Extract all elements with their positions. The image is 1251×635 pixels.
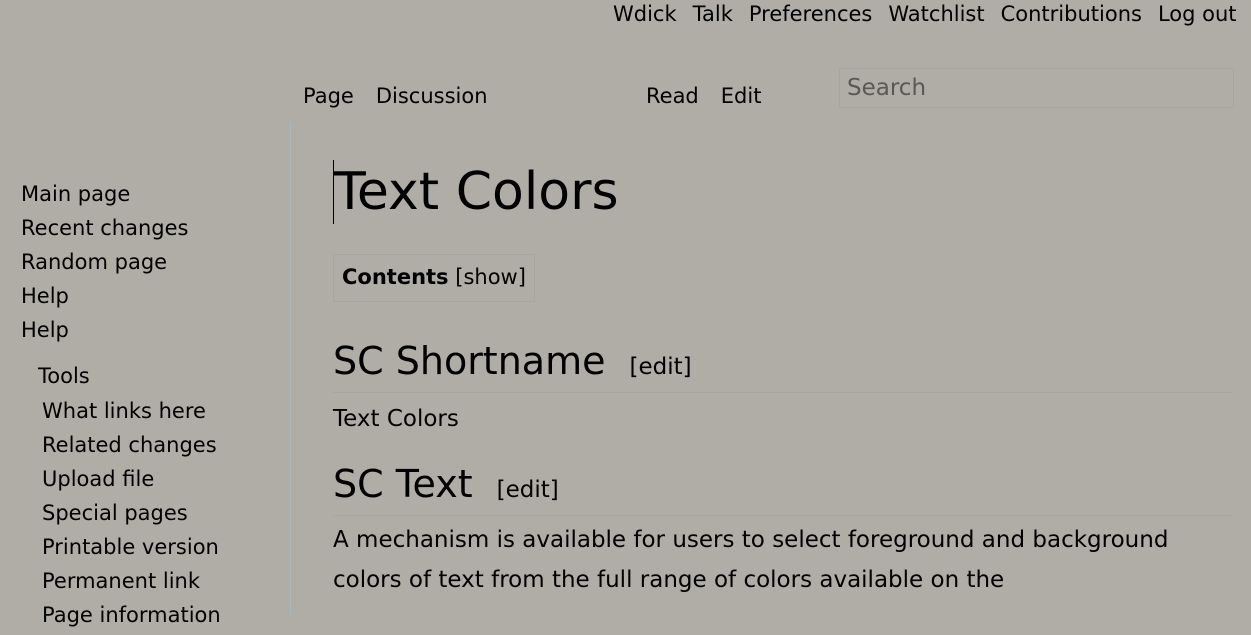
sidebar-item-help[interactable]: Help bbox=[21, 282, 188, 316]
tools-item-related-changes[interactable]: Related changes bbox=[42, 431, 221, 465]
section-text: A mechanism is available for users to se… bbox=[333, 527, 1169, 593]
section-text-block: SC Text [edit] A mechanism is available … bbox=[333, 461, 1233, 600]
section-shortname: SC Shortname [edit] Text Colors bbox=[333, 338, 1233, 439]
tab-page[interactable]: Page bbox=[303, 84, 354, 108]
section-edit-link[interactable]: [edit] bbox=[497, 467, 559, 513]
tools-heading: Tools bbox=[38, 364, 90, 388]
section-heading-text: SC Shortname bbox=[333, 339, 606, 383]
sidebar-item-help-2[interactable]: Help bbox=[21, 316, 188, 350]
section-heading: SC Shortname [edit] bbox=[333, 338, 1233, 393]
sidebar-item-recent-changes[interactable]: Recent changes bbox=[21, 214, 188, 248]
personal-tools: Wdick Talk Preferences Watchlist Contrib… bbox=[613, 2, 1237, 26]
talk-link[interactable]: Talk bbox=[693, 2, 733, 26]
toc-toggle[interactable]: [show] bbox=[455, 265, 526, 289]
content-divider bbox=[290, 122, 291, 615]
main-content: Text Colors Contents [show] SC Shortname… bbox=[333, 160, 1233, 600]
sidebar-item-main-page[interactable]: Main page bbox=[21, 180, 188, 214]
tab-edit[interactable]: Edit bbox=[721, 84, 762, 108]
tab-discussion[interactable]: Discussion bbox=[376, 84, 488, 108]
sidebar-tools: What links here Related changes Upload f… bbox=[42, 397, 221, 635]
contributions-link[interactable]: Contributions bbox=[1001, 2, 1142, 26]
tools-item-permanent-link[interactable]: Permanent link bbox=[42, 567, 221, 601]
tools-item-upload-file[interactable]: Upload file bbox=[42, 465, 221, 499]
user-page-link[interactable]: Wdick bbox=[613, 2, 677, 26]
section-heading: SC Text [edit] bbox=[333, 461, 1233, 516]
tools-item-what-links-here[interactable]: What links here bbox=[42, 397, 221, 431]
search-input[interactable] bbox=[839, 68, 1234, 108]
logout-link[interactable]: Log out bbox=[1158, 2, 1237, 26]
watchlist-link[interactable]: Watchlist bbox=[888, 2, 984, 26]
view-tabs: Read Edit bbox=[646, 84, 783, 108]
section-edit-link[interactable]: [edit] bbox=[629, 344, 691, 390]
section-text: Text Colors bbox=[333, 406, 459, 432]
tools-item-printable-version[interactable]: Printable version bbox=[42, 533, 221, 567]
toc-label: Contents bbox=[342, 265, 449, 289]
sidebar-navigation: Main page Recent changes Random page Hel… bbox=[21, 180, 188, 350]
page-title: Text Colors bbox=[333, 160, 1233, 224]
tools-item-special-pages[interactable]: Special pages bbox=[42, 499, 221, 533]
namespace-tabs: Page Discussion bbox=[303, 84, 510, 108]
section-heading-text: SC Text bbox=[333, 462, 473, 506]
tools-item-page-information[interactable]: Page information bbox=[42, 601, 221, 635]
tab-read[interactable]: Read bbox=[646, 84, 699, 108]
table-of-contents: Contents [show] bbox=[333, 254, 535, 302]
sidebar-item-random-page[interactable]: Random page bbox=[21, 248, 188, 282]
preferences-link[interactable]: Preferences bbox=[749, 2, 873, 26]
